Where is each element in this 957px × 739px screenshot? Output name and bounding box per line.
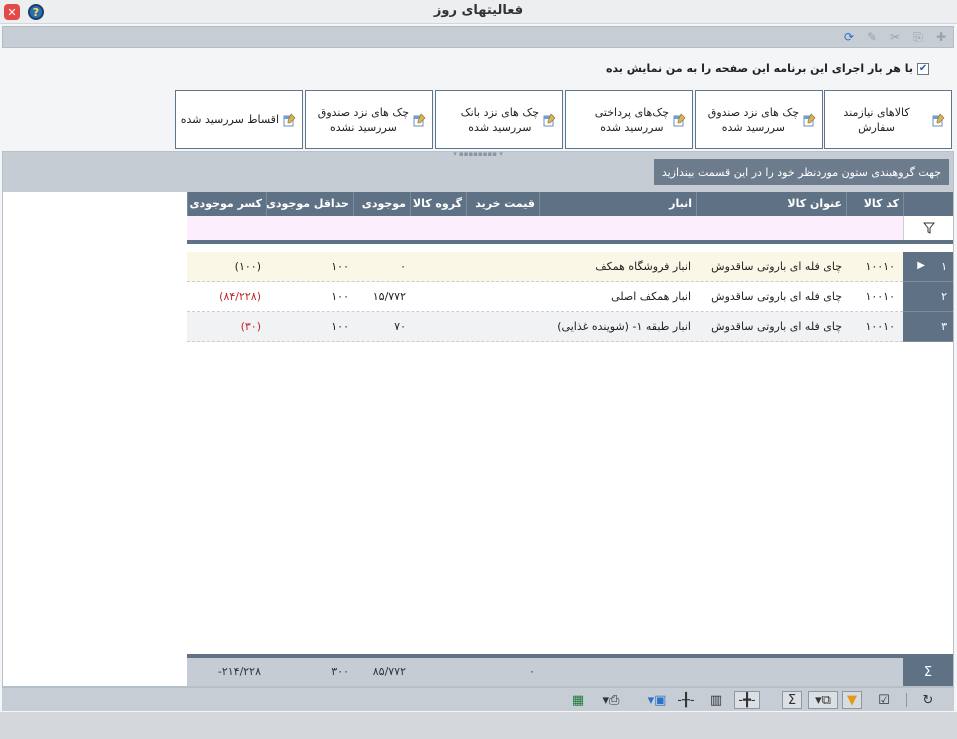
tile-payable-cheques-due[interactable]: چک‌های پرداختی سررسید شده: [565, 90, 693, 149]
header-shortage[interactable]: کسر موجودی: [187, 192, 266, 216]
row-number: ۳: [941, 320, 947, 333]
tile-label: چک های نزد بانک سررسید شده: [460, 105, 539, 134]
header-min-stock[interactable]: حداقل موجودی: [266, 192, 353, 216]
cell-item-title[interactable]: چای فله ای باروتی ساقدوش: [711, 290, 842, 303]
cell-stock[interactable]: ۰: [400, 260, 406, 273]
tile-label: چک‌های پرداختی سررسید شده: [594, 105, 669, 134]
main-window: ✕ ? فعالیتهای روز ⟳ ✎ ✂ ⎘ ✚ ✔ با هر بار …: [0, 0, 957, 739]
tile-cash-cheques-due[interactable]: چک های نزد صندوق سررسید شده: [695, 90, 823, 149]
note-icon: [803, 112, 816, 126]
column-chooser-icon[interactable]: ▾⧉: [808, 691, 838, 709]
tile-bank-cheques-due[interactable]: چک های نزد بانک سررسید شده: [435, 90, 563, 149]
table-row[interactable]: ۲ ۱۰۰۱۰ چای فله ای باروتی ساقدوش انبار ه…: [187, 282, 953, 312]
startup-option[interactable]: ✔ با هر بار اجرای این برنامه این صفحه را…: [606, 62, 929, 75]
duplicate-icon[interactable]: ⎘: [910, 29, 926, 45]
new-icon[interactable]: ✚: [933, 29, 949, 45]
filter-icon[interactable]: ▼: [842, 691, 862, 709]
cell-shortage[interactable]: (۳۰): [241, 320, 261, 333]
tile-label: اقساط سررسید شده: [180, 113, 279, 126]
tile-cash-cheques-not-due[interactable]: چک های نزد صندوق سررسید نشده: [305, 90, 433, 149]
cell-shortage[interactable]: (۱۰۰): [235, 260, 261, 273]
table-row[interactable]: ۱ ▶ ۱۰۰۱۰ چای فله ای باروتی ساقدوش انبار…: [187, 252, 953, 282]
startup-checkbox[interactable]: ✔: [917, 62, 929, 75]
summary-row: Σ ۰ ۸۵/۷۷۲ ۳۰۰ ۲۱۴/۲۲۸-: [187, 654, 953, 686]
sum-icon[interactable]: Σ: [782, 691, 802, 709]
header-row-indicator: [903, 192, 953, 216]
note-icon: [673, 112, 686, 126]
note-icon: [932, 112, 945, 126]
fit-width-icon[interactable]: -╋-: [734, 691, 760, 709]
sum-symbol-icon: Σ: [903, 658, 953, 686]
grid-header: کد کالا عنوان کالا انبار قیمت خرید گروه …: [187, 192, 953, 216]
tile-label: چک های نزد صندوق سررسید شده: [707, 105, 799, 134]
cell-shortage[interactable]: (۸۴/۲۲۸): [219, 290, 261, 303]
title-bar: ✕ ? فعالیتهای روز: [0, 0, 957, 24]
sum-stock: ۸۵/۷۷۲: [372, 665, 406, 678]
export-excel-icon[interactable]: ▦: [568, 691, 588, 709]
header-item-group[interactable]: گروه کالا: [410, 192, 466, 216]
fit-icon[interactable]: -╂-: [676, 691, 696, 709]
header-item-title[interactable]: عنوان کالا: [696, 192, 846, 216]
bottom-toolbar: ↻ ☑ ▼ ▾⧉ Σ -╋- ▥ -╂- ▾▣ ▾⎙ ▦: [2, 687, 954, 711]
header-warehouse[interactable]: انبار: [539, 192, 696, 216]
cell-warehouse[interactable]: انبار همکف اصلی: [611, 290, 691, 303]
row-header[interactable]: ۲: [903, 282, 953, 312]
current-row-arrow-icon: ▶: [917, 260, 925, 271]
columns-icon[interactable]: ▥: [706, 691, 726, 709]
grid-panel: ▾ ▪▪▪▪▪▪▪▪ ▾ جهت گروهبندی ستون موردنظر خ…: [2, 151, 954, 687]
header-purchase-price[interactable]: قیمت خرید: [466, 192, 539, 216]
window-title: فعالیتهای روز: [433, 3, 524, 18]
delete-icon[interactable]: ✂: [887, 29, 903, 45]
filter-row[interactable]: [187, 216, 953, 244]
header-stock[interactable]: موجودی: [353, 192, 410, 216]
filter-funnel-icon[interactable]: [903, 216, 953, 240]
cell-item-code[interactable]: ۱۰۰۱۰: [865, 260, 895, 273]
cell-warehouse[interactable]: انبار طبقه ۱- (شوینده غذایی): [557, 320, 691, 333]
cell-stock[interactable]: ۱۵/۷۷۲: [373, 290, 406, 303]
cell-item-code[interactable]: ۱۰۰۱۰: [865, 320, 895, 333]
cell-min-stock[interactable]: ۱۰۰: [331, 260, 349, 273]
edit-icon[interactable]: ✎: [864, 29, 880, 45]
note-icon: [283, 112, 296, 126]
cell-warehouse[interactable]: انبار فروشگاه همکف: [595, 260, 691, 273]
splitter-handle[interactable]: ▾ ▪▪▪▪▪▪▪▪ ▾: [443, 151, 513, 158]
sum-purchase-price: ۰: [529, 665, 535, 678]
cell-item-code[interactable]: ۱۰۰۱۰: [865, 290, 895, 303]
row-header[interactable]: ۳: [903, 312, 953, 342]
group-by-hint: جهت گروهبندی ستون موردنظر خود را در این …: [653, 159, 949, 185]
checklist-icon[interactable]: ☑: [874, 691, 894, 709]
note-icon: [413, 112, 426, 126]
cell-item-title[interactable]: چای فله ای باروتی ساقدوش: [711, 320, 842, 333]
startup-checkbox-label: با هر بار اجرای این برنامه این صفحه را ب…: [605, 62, 913, 75]
row-number: ۲: [941, 290, 947, 303]
status-bar: [0, 712, 957, 739]
cell-item-title[interactable]: چای فله ای باروتی ساقدوش: [711, 260, 842, 273]
sum-shortage: ۲۱۴/۲۲۸-: [217, 665, 261, 678]
header-item-code[interactable]: کد کالا: [846, 192, 903, 216]
group-by-bar[interactable]: ▾ ▪▪▪▪▪▪▪▪ ▾ جهت گروهبندی ستون موردنظر خ…: [3, 151, 953, 192]
sum-min-stock: ۳۰۰: [331, 665, 349, 678]
row-header[interactable]: ۱ ▶: [903, 252, 953, 282]
cell-min-stock[interactable]: ۱۰۰: [331, 290, 349, 303]
table-row[interactable]: ۳ ۱۰۰۱۰ چای فله ای باروتی ساقدوش انبار ط…: [187, 312, 953, 342]
save-icon[interactable]: ▾▣: [642, 691, 672, 709]
print-icon[interactable]: ▾⎙: [596, 691, 626, 709]
toolbar-separator: [906, 693, 907, 707]
top-toolbar: ⟳ ✎ ✂ ⎘ ✚: [2, 26, 954, 48]
cell-stock[interactable]: ۷۰: [394, 320, 406, 333]
tile-installments-due[interactable]: اقساط سررسید شده: [175, 90, 303, 149]
row-number: ۱: [941, 260, 947, 273]
cell-min-stock[interactable]: ۱۰۰: [331, 320, 349, 333]
refresh-sync-icon[interactable]: ⟳: [841, 29, 857, 45]
tile-label: کالاهای نیازمند سفارش: [843, 105, 910, 134]
refresh-icon[interactable]: ↻: [918, 691, 938, 709]
note-icon: [543, 112, 556, 126]
tile-label: چک های نزد صندوق سررسید نشده: [317, 105, 409, 134]
tile-items-need-order[interactable]: کالاهای نیازمند سفارش: [824, 90, 952, 149]
